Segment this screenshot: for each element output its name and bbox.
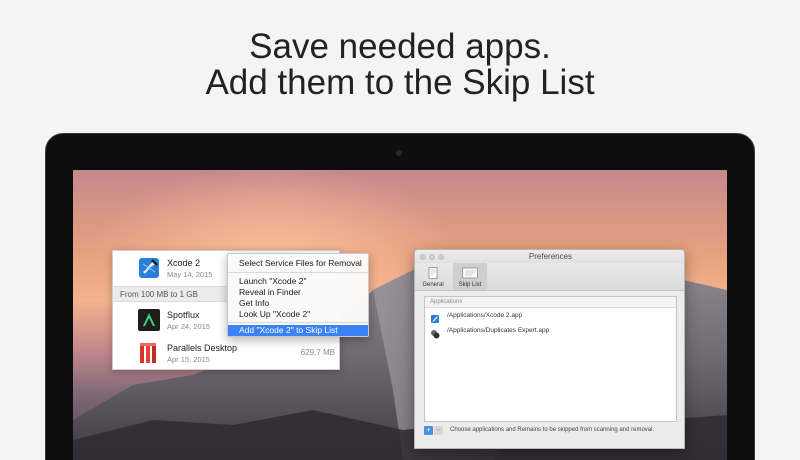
list-controls: + − Choose applications and Remains to b…: [424, 426, 677, 438]
app-path: /Applications/Duplicates Expert.app: [447, 327, 550, 334]
context-menu: Select Service Files for Removal Launch …: [227, 253, 369, 337]
xcode-icon: [430, 311, 440, 323]
app-path: /Applications/Xcode 2.app: [447, 312, 523, 319]
hint-text: Choose applications and Remains to be sk…: [450, 427, 655, 433]
table-row[interactable]: /Applications/Xcode 2.app: [425, 309, 676, 323]
title-bar: Preferences: [415, 250, 684, 263]
remove-button[interactable]: −: [434, 426, 443, 435]
spotflux-icon: [135, 306, 163, 334]
tab-skip-list[interactable]: Skip List: [453, 263, 487, 290]
add-button[interactable]: +: [424, 426, 433, 435]
tab-general[interactable]: General: [421, 263, 445, 290]
menu-item-launch[interactable]: Launch "Xcode 2": [228, 276, 368, 287]
app-date: May 14, 2015: [167, 270, 213, 279]
menu-item-select-service-files[interactable]: Select Service Files for Removal: [228, 258, 368, 269]
menu-item-add-to-skip-list[interactable]: Add "Xcode 2" to Skip List: [228, 325, 368, 336]
headline-line-2: Add them to the Skip List: [205, 63, 595, 102]
headline-line-1: Save needed apps.: [249, 27, 551, 66]
xcode-icon: [135, 254, 163, 282]
list-item[interactable]: Parallels Desktop Apr 15, 2015 629,7 MB: [113, 336, 341, 372]
table-row[interactable]: /Applications/Duplicates Expert.app: [425, 324, 676, 339]
preferences-window: Preferences General Skip List Applicatio…: [414, 249, 685, 449]
column-header: Applications: [425, 297, 676, 308]
tab-label: General: [422, 282, 444, 288]
app-size: 629,7 MB: [300, 348, 335, 357]
menu-item-look-up[interactable]: Look Up "Xcode 2": [228, 309, 368, 320]
preferences-toolbar: General Skip List: [415, 263, 684, 291]
app-name: Xcode 2: [167, 258, 201, 268]
duplicates-expert-icon: [430, 326, 440, 339]
menu-item-reveal-in-finder[interactable]: Reveal in Finder: [228, 287, 368, 298]
window-title: Preferences: [528, 252, 573, 261]
app-date: Apr 15, 2015: [167, 355, 210, 364]
menu-item-get-info[interactable]: Get Info: [228, 298, 368, 309]
app-name: Parallels Desktop: [167, 343, 238, 353]
skip-list-table: Applications /Applications/Xcode 2.app /…: [424, 296, 677, 422]
app-date: Apr 24, 2015: [167, 322, 210, 331]
camera-icon: [396, 150, 402, 156]
menu-separator: [228, 322, 368, 323]
menu-separator: [228, 272, 368, 273]
parallels-icon: [135, 339, 163, 367]
tab-label: Skip List: [458, 282, 482, 288]
app-name: Spotflux: [167, 310, 200, 320]
